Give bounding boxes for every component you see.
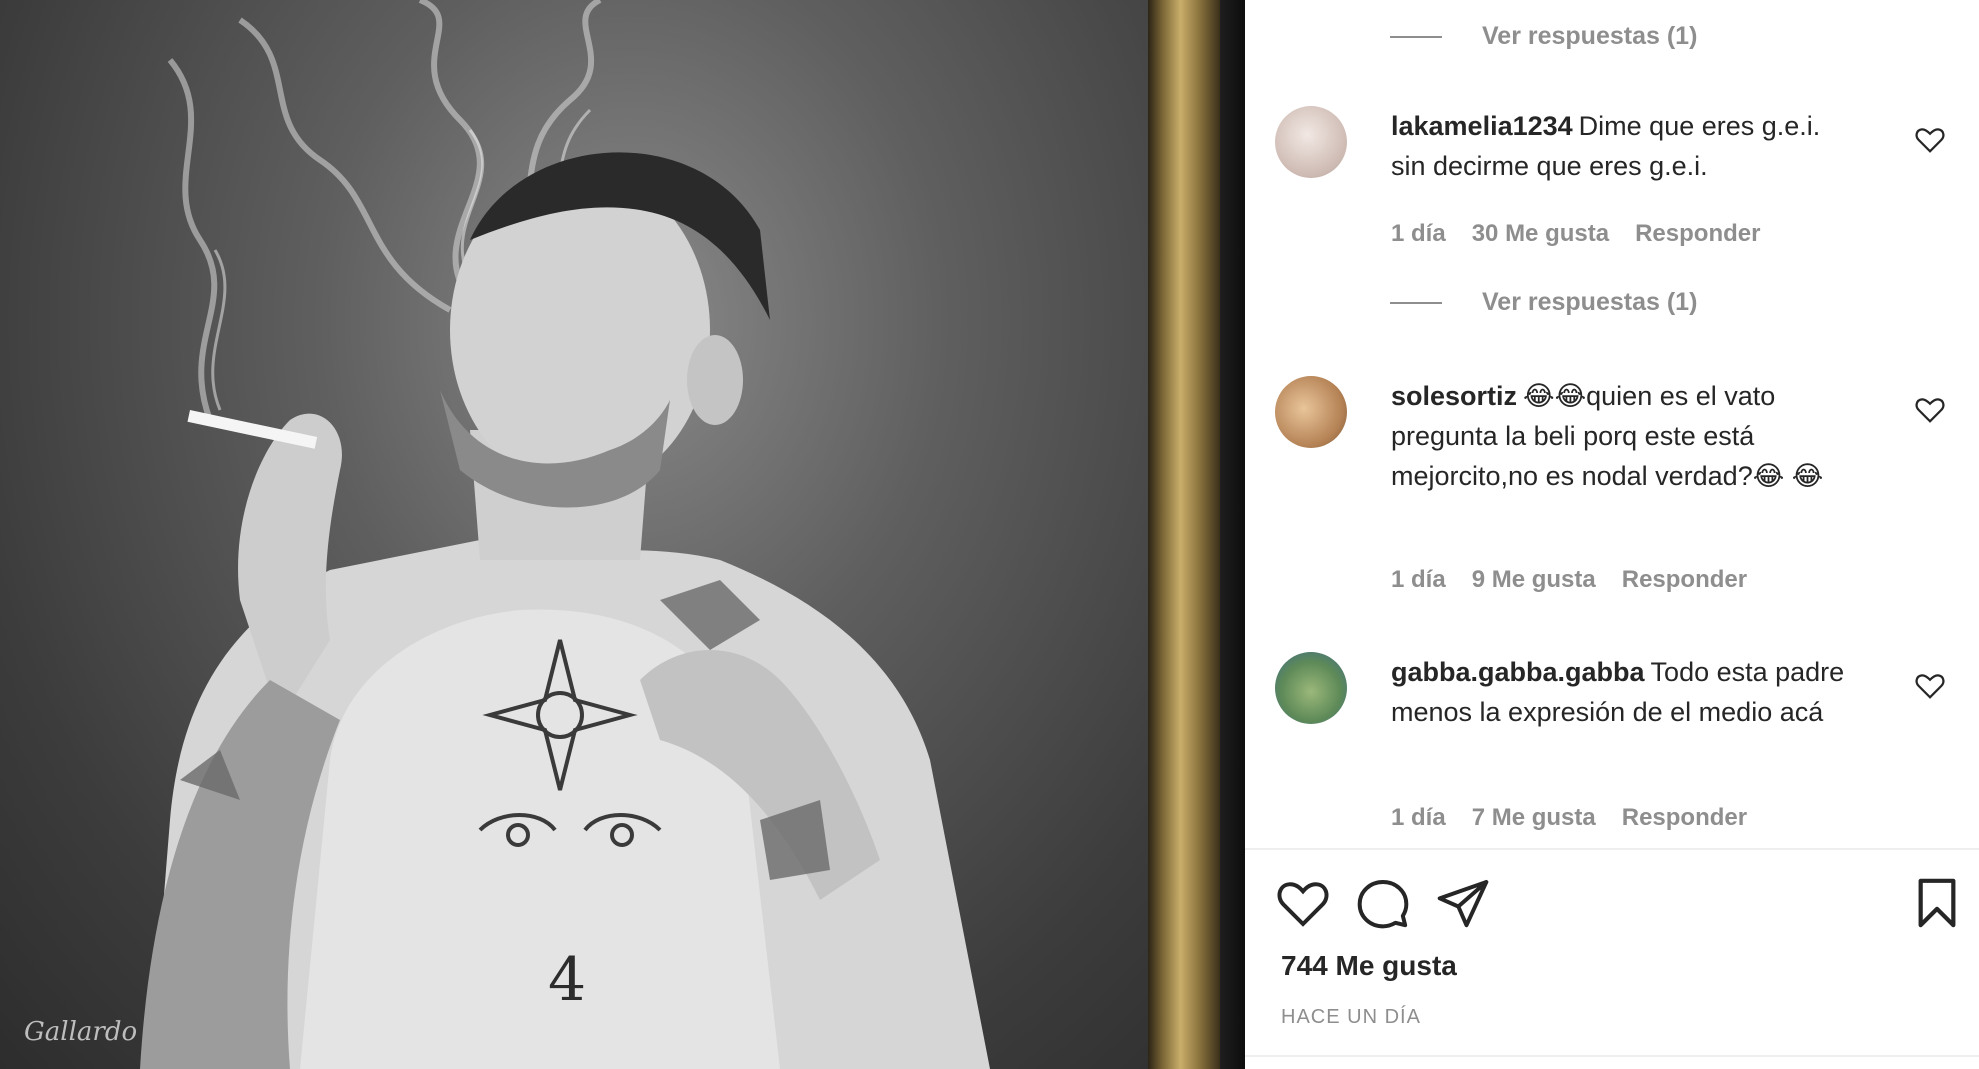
comment-like-icon[interactable]: [1915, 126, 1945, 154]
likes-count[interactable]: 744 Me gusta: [1281, 950, 1457, 982]
comment-username[interactable]: lakamelia1234: [1391, 111, 1573, 141]
comment-body: lakamelia1234 Dime que eres g.e.i. sin de…: [1391, 106, 1861, 186]
comment-body: solesortiz 😂😂quien es el vato pregunta la…: [1391, 376, 1861, 496]
view-replies-button[interactable]: Ver respuestas (1): [1390, 22, 1697, 51]
comment-time[interactable]: 1 día: [1391, 566, 1446, 594]
comment-meta: 1 día 9 Me gusta Responder: [1391, 566, 1747, 594]
comments-list[interactable]: Ver respuestas (1) lakamelia1234 Dime que…: [1245, 0, 1979, 848]
comment-item: gabba.gabba.gabba Todo esta padre menos l…: [1275, 652, 1975, 848]
svg-text:4: 4: [548, 945, 586, 1015]
post-actions: [1275, 875, 1965, 935]
comment-likes[interactable]: 9 Me gusta: [1472, 566, 1596, 594]
comment-item: lakamelia1234 Dime que eres g.e.i. sin de…: [1275, 106, 1975, 346]
avatar[interactable]: [1275, 106, 1347, 178]
artist-signature: Gallardo: [24, 1017, 137, 1047]
painting-illustration: 4 Gallardo: [24, 0, 990, 1069]
comment-like-icon[interactable]: [1915, 396, 1945, 424]
comment-username[interactable]: gabba.gabba.gabba: [1391, 657, 1645, 687]
actions-divider: [1245, 848, 1979, 850]
post-image[interactable]: 4 Gallardo: [0, 0, 1245, 1069]
comment-like-icon[interactable]: [1915, 672, 1945, 700]
avatar[interactable]: [1275, 652, 1347, 724]
comment-item: solesortiz 😂😂quien es el vato pregunta la…: [1275, 376, 1975, 606]
post-timestamp: HACE UN DÍA: [1281, 1006, 1421, 1028]
like-button[interactable]: [1275, 875, 1331, 931]
view-replies-label: Ver respuestas (1): [1482, 288, 1698, 316]
artwork-painting: 4 Gallardo: [0, 0, 1148, 1069]
comment-time[interactable]: 1 día: [1391, 220, 1446, 248]
comment-likes[interactable]: 30 Me gusta: [1472, 220, 1609, 248]
comment-body: gabba.gabba.gabba Todo esta padre menos l…: [1391, 652, 1861, 732]
view-replies-button[interactable]: Ver respuestas (1): [1390, 288, 1697, 317]
view-replies-label: Ver respuestas (1): [1482, 22, 1698, 50]
replies-dash: [1390, 35, 1442, 38]
comment-likes[interactable]: 7 Me gusta: [1472, 804, 1596, 832]
avatar[interactable]: [1275, 376, 1347, 448]
comment-button[interactable]: [1355, 875, 1411, 931]
paper-plane-icon: [1437, 880, 1489, 928]
comment-time[interactable]: 1 día: [1391, 804, 1446, 832]
comment-meta: 1 día 30 Me gusta Responder: [1391, 220, 1760, 248]
comment-reply-button[interactable]: Responder: [1622, 804, 1747, 832]
comment-reply-button[interactable]: Responder: [1622, 566, 1747, 594]
bookmark-icon: [1918, 878, 1956, 928]
speech-bubble-icon: [1357, 880, 1409, 929]
comment-reply-button[interactable]: Responder: [1635, 220, 1760, 248]
share-button[interactable]: [1435, 875, 1491, 931]
comment-meta: 1 día 7 Me gusta Responder: [1391, 804, 1747, 832]
frame-edge: [1148, 0, 1220, 1069]
save-button[interactable]: [1909, 875, 1965, 931]
heart-outline-icon: [1277, 882, 1329, 927]
frame-shadow: [1220, 0, 1245, 1069]
comment-username[interactable]: solesortiz: [1391, 381, 1517, 411]
bottom-divider: [1245, 1055, 1979, 1057]
replies-dash: [1390, 301, 1442, 304]
